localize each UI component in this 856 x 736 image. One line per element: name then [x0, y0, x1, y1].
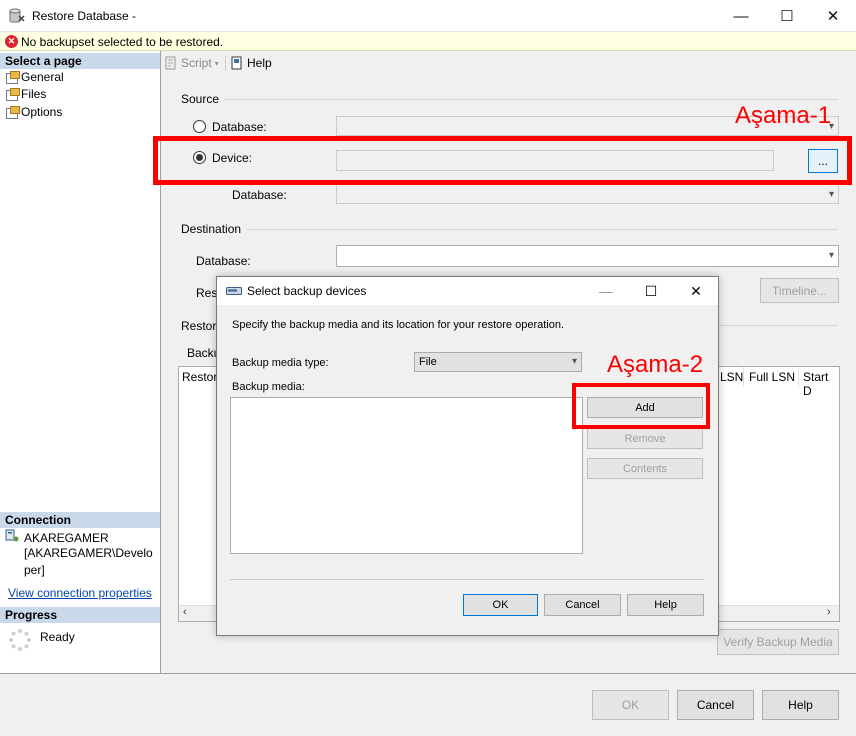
backup-device-icon [226, 287, 242, 295]
help-book-icon [231, 56, 242, 70]
cancel-button[interactable]: Cancel [677, 690, 754, 720]
connection-user-line2: per] [24, 563, 45, 577]
dialog-footer: OK Cancel Help [0, 673, 856, 736]
server-connection-icon [5, 529, 19, 542]
database-radio[interactable]: Database: [193, 120, 273, 135]
script-icon [165, 56, 176, 70]
database-radio-label: Database: [212, 120, 267, 134]
grid-column-lsn[interactable]: LSN [720, 370, 743, 384]
connection-header: Connection [0, 512, 160, 528]
backup-media-list[interactable] [230, 397, 583, 554]
toolbar-separator [225, 56, 226, 71]
dialog-help-button[interactable]: Help [627, 594, 704, 616]
connection-user-line1: [AKAREGAMER\Develo [24, 546, 153, 560]
progress-spinner-icon [9, 629, 31, 651]
window-title: Restore Database - [32, 9, 137, 23]
scroll-right-icon[interactable]: › [827, 606, 831, 618]
connection-server: AKAREGAMER [24, 531, 109, 545]
grid-column-divider [798, 367, 799, 387]
page-label: Options [21, 105, 63, 119]
select-page-header: Select a page [0, 53, 160, 69]
destination-divider [247, 229, 838, 230]
destination-label: Destination [181, 222, 242, 236]
remove-media-button[interactable]: Remove [587, 428, 703, 449]
media-type-label: Backup media type: [232, 357, 329, 369]
dialog-close-button[interactable]: ✕ [673, 277, 719, 305]
help-button[interactable]: Help [230, 56, 272, 70]
stage1-label: Aşama-1 [735, 102, 832, 129]
stage2-label: Aşama-2 [607, 351, 704, 378]
warning-bar: ✕ No backupset selected to be restored. [0, 32, 856, 51]
chevron-down-icon: ▾ [828, 250, 834, 261]
backup-media-label: Backup media: [232, 381, 305, 393]
timeline-button[interactable]: Timeline... [760, 278, 839, 303]
page-label: Files [21, 87, 47, 101]
select-backup-devices-dialog: Select backup devices — ☐ ✕ Specify the … [216, 276, 719, 636]
database-radio-circle [193, 120, 206, 133]
left-pane: Select a page General Files Options Conn… [0, 51, 161, 673]
ok-button[interactable]: OK [592, 690, 669, 720]
error-icon: ✕ [5, 35, 18, 48]
dialog-cancel-button[interactable]: Cancel [544, 594, 621, 616]
dialog-description: Specify the backup media and its locatio… [232, 319, 565, 331]
destination-database-label: Database: [196, 254, 251, 268]
page-icon [5, 71, 20, 84]
destination-database-combo[interactable]: ▾ [336, 245, 839, 267]
minimize-button[interactable]: — [718, 0, 764, 32]
media-type-value: File [419, 356, 437, 368]
help-button[interactable]: Help [762, 690, 839, 720]
view-connection-properties-link[interactable]: View connection properties [8, 586, 152, 600]
source-database-label: Database: [232, 188, 287, 202]
chevron-down-icon: ▾ [214, 58, 219, 68]
media-type-select[interactable]: File ▾ [414, 352, 582, 372]
source-divider [224, 99, 838, 100]
warning-message: No backupset selected to be restored. [21, 35, 224, 49]
source-database-select[interactable]: ▾ [336, 184, 839, 204]
progress-header: Progress [0, 607, 160, 623]
toolbar: Script ▾ Help [162, 51, 856, 75]
title-bar: Restore Database - — ☐ ✕ [0, 0, 856, 32]
source-label: Source [181, 92, 220, 106]
restore-database-icon [9, 8, 25, 23]
chevron-down-icon: ▾ [828, 189, 834, 200]
grid-column-start-date[interactable]: Start D [803, 370, 839, 398]
script-label: Script [181, 56, 212, 70]
dialog-minimize-button[interactable]: — [583, 277, 629, 305]
dialog-maximize-button[interactable]: ☐ [628, 277, 674, 305]
page-icon [5, 88, 20, 101]
scroll-left-icon[interactable]: ‹ [183, 606, 187, 618]
help-label: Help [247, 56, 272, 70]
page-item-files[interactable]: Files [5, 86, 46, 102]
chevron-down-icon: ▾ [571, 356, 577, 367]
dialog-footer-divider [230, 579, 704, 580]
dialog-title-bar: Select backup devices — ☐ ✕ [217, 277, 718, 305]
stage2-highlight-box [572, 383, 710, 429]
restore-plan-divider [719, 325, 838, 326]
stage1-highlight-box [153, 136, 852, 185]
page-label: General [21, 70, 64, 84]
page-item-general[interactable]: General [5, 69, 64, 85]
dialog-ok-button[interactable]: OK [463, 594, 538, 616]
dialog-title: Select backup devices [247, 284, 367, 298]
verify-backup-media-button[interactable]: Verify Backup Media [717, 629, 839, 655]
script-button[interactable]: Script ▾ [164, 56, 219, 70]
grid-column-divider [743, 367, 744, 387]
maximize-button[interactable]: ☐ [764, 0, 810, 32]
grid-column-full-lsn[interactable]: Full LSN [749, 370, 795, 384]
page-item-options[interactable]: Options [5, 104, 62, 120]
contents-button[interactable]: Contents [587, 458, 703, 479]
close-button[interactable]: ✕ [810, 0, 856, 32]
progress-status: Ready [40, 630, 75, 644]
page-icon [5, 106, 20, 119]
